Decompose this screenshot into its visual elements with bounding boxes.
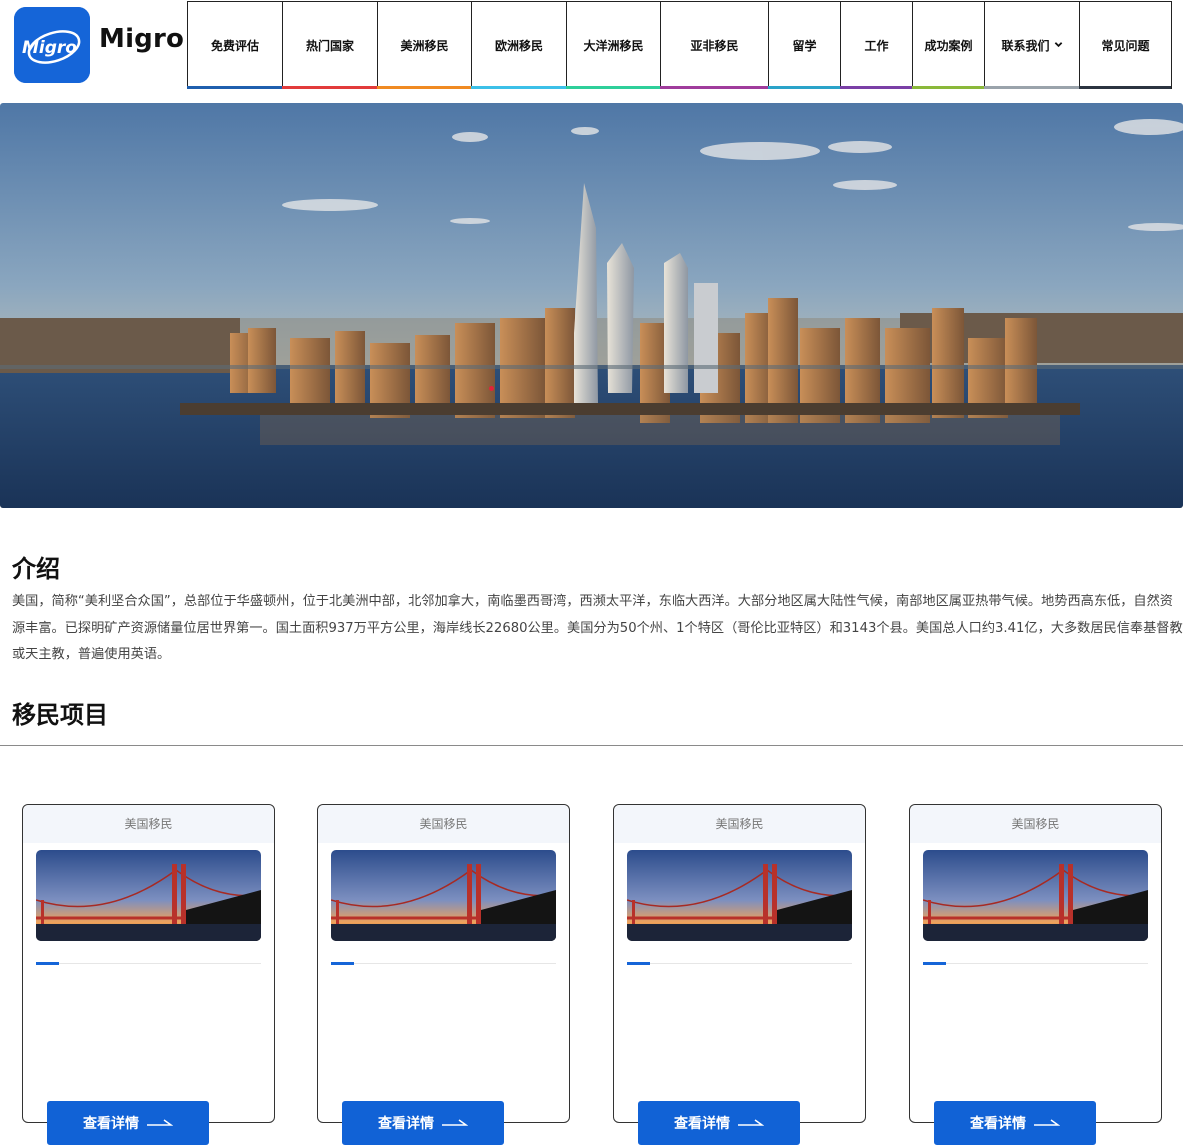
nav-item-label: 亚非移民 — [690, 39, 739, 53]
brand-name[interactable]: Migro — [99, 24, 184, 54]
project-card[interactable]: 美国移民 查看详情 — [909, 804, 1162, 1145]
card-image — [627, 850, 852, 941]
card-category: 美国移民 — [318, 805, 569, 843]
card-category: 美国移民 — [910, 805, 1161, 843]
card-separator — [331, 963, 556, 964]
golden-gate-bridge-image — [627, 850, 852, 941]
view-details-label: 查看详情 — [378, 1116, 434, 1132]
nav-accent-bar — [840, 86, 912, 89]
nav-item-work[interactable]: 工作 — [840, 2, 912, 89]
view-details-button[interactable]: 查看详情 — [934, 1101, 1096, 1145]
hero-banner-image — [0, 103, 1183, 508]
card-category: 美国移民 — [23, 805, 274, 843]
city-skyline-image — [0, 103, 1183, 508]
golden-gate-bridge-image — [923, 850, 1148, 941]
nav-item-free-evaluation[interactable]: 免费评估 — [187, 2, 282, 89]
nav-item-americas[interactable]: 美洲移民 — [377, 2, 471, 89]
nav-accent-bar — [984, 86, 1079, 89]
nav-item-success-cases[interactable]: 成功案例 — [912, 2, 984, 89]
arrow-right-icon — [442, 1119, 468, 1126]
project-card[interactable]: 美国移民 查看详情 — [317, 804, 570, 1145]
nav-accent-bar — [187, 86, 282, 89]
arrow-right-icon — [147, 1119, 173, 1126]
site-header: Migro Migro 免费评估 热门国家 美洲移民 欧洲移民 大洋洲移民 亚非… — [0, 0, 1197, 90]
nav-accent-bar — [1079, 86, 1171, 89]
card-image — [923, 850, 1148, 941]
view-details-button[interactable]: 查看详情 — [47, 1101, 209, 1145]
nav-item-label: 欧洲移民 — [494, 39, 543, 53]
intro-title: 介绍 — [12, 555, 60, 583]
nav-item-europe[interactable]: 欧洲移民 — [471, 2, 566, 89]
project-card[interactable]: 美国移民 查看详情 — [22, 804, 275, 1145]
nav-item-faq[interactable]: 常见问题 — [1079, 2, 1172, 89]
card-category: 美国移民 — [614, 805, 865, 843]
card-separator — [627, 963, 852, 964]
carousel-indicator-dot[interactable] — [489, 386, 494, 391]
section-divider — [0, 745, 1183, 746]
nav-accent-bar — [471, 86, 566, 89]
card-image — [36, 850, 261, 941]
card-separator — [923, 963, 1148, 964]
card-separator — [36, 963, 261, 964]
nav-item-hot-countries[interactable]: 热门国家 — [282, 2, 377, 89]
nav-item-label: 留学 — [792, 39, 817, 53]
project-card[interactable]: 美国移民 查看详情 — [613, 804, 866, 1145]
nav-item-label: 常见问题 — [1101, 39, 1150, 53]
view-details-label: 查看详情 — [674, 1116, 730, 1132]
nav-item-oceania[interactable]: 大洋洲移民 — [566, 2, 660, 89]
card-accent-bar — [627, 962, 650, 965]
nav-item-study-abroad[interactable]: 留学 — [768, 2, 840, 89]
nav-item-label: 美洲移民 — [400, 39, 449, 53]
nav-item-label: 大洋洲移民 — [583, 39, 644, 53]
logo-text: Migro — [22, 38, 77, 58]
view-details-label: 查看详情 — [970, 1116, 1026, 1132]
card-accent-bar — [331, 962, 354, 965]
intro-text: 美国，简称“美利坚合众国”，总部位于华盛顿州，位于北美洲中部，北邻加拿大，南临墨… — [12, 594, 1183, 662]
golden-gate-bridge-image — [331, 850, 556, 941]
nav-accent-bar — [282, 86, 377, 89]
nav-item-label: 免费评估 — [210, 39, 259, 53]
projects-title: 移民项目 — [12, 701, 108, 729]
nav-accent-bar — [377, 86, 471, 89]
view-details-button[interactable]: 查看详情 — [638, 1101, 800, 1145]
golden-gate-bridge-image — [36, 850, 261, 941]
logo-icon: Migro — [14, 7, 90, 83]
nav-item-label: 工作 — [864, 39, 889, 53]
nav-accent-bar — [660, 86, 768, 89]
arrow-right-icon — [738, 1119, 764, 1126]
nav-accent-bar — [768, 86, 840, 89]
main-nav: 免费评估 热门国家 美洲移民 欧洲移民 大洋洲移民 亚非移民 留学 工作 成功案… — [187, 1, 1172, 89]
card-accent-bar — [36, 962, 59, 965]
nav-item-label: 联系我们 — [1001, 39, 1050, 53]
nav-accent-bar — [566, 86, 660, 89]
arrow-right-icon — [1034, 1119, 1060, 1126]
chevron-down-icon — [1054, 42, 1062, 48]
nav-item-label: 热门国家 — [305, 39, 354, 53]
view-details-button[interactable]: 查看详情 — [342, 1101, 504, 1145]
nav-accent-bar — [912, 86, 984, 89]
nav-item-asia-africa[interactable]: 亚非移民 — [660, 2, 768, 89]
card-image — [331, 850, 556, 941]
logo[interactable]: Migro — [14, 7, 90, 83]
view-details-label: 查看详情 — [83, 1116, 139, 1132]
card-accent-bar — [923, 962, 946, 965]
nav-item-contact-us[interactable]: 联系我们 — [984, 2, 1079, 89]
nav-item-label: 成功案例 — [924, 39, 973, 53]
